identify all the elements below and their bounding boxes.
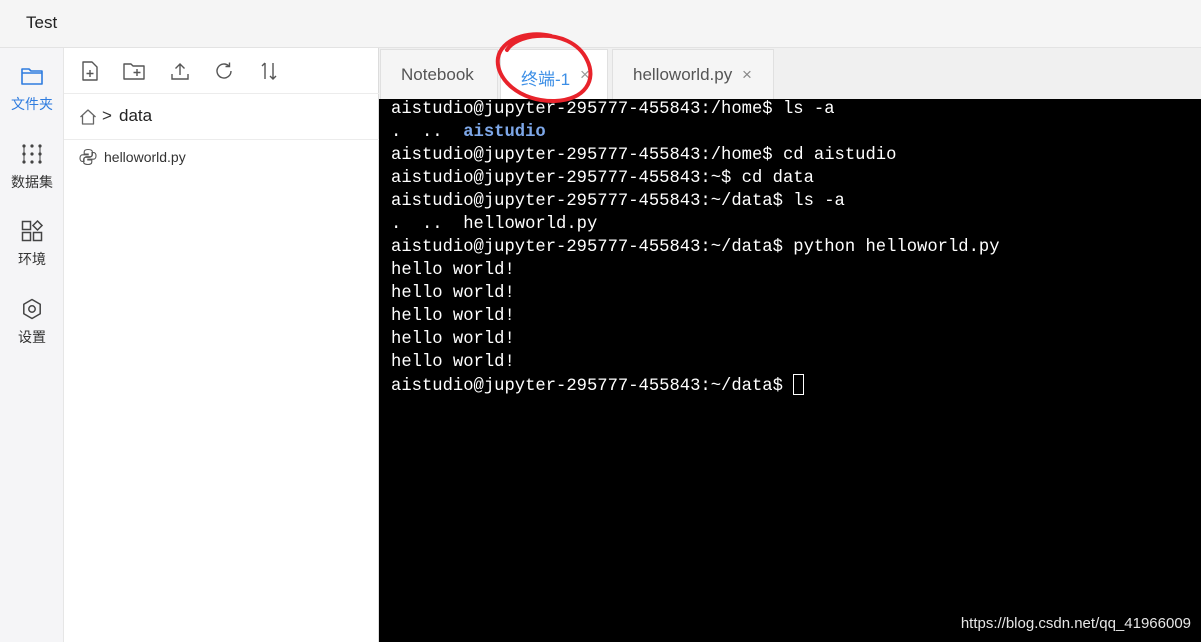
activity-item-dataset[interactable]: 数据集	[0, 142, 64, 212]
file-item[interactable]: helloworld.py	[64, 144, 379, 172]
terminal-line: hello world!	[391, 330, 515, 349]
activity-item-settings[interactable]: 设置	[0, 297, 64, 367]
activity-bar: 文件夹 数据集 环境 设置	[0, 48, 64, 642]
title-bar: Test	[0, 0, 1201, 48]
tab-label: 终端-1	[521, 70, 571, 89]
breadcrumb: > data	[64, 94, 379, 140]
folder-icon	[20, 64, 44, 88]
terminal-text: . ..	[391, 123, 464, 142]
terminal-line: hello world!	[391, 307, 515, 326]
terminal-line: aistudio@jupyter-295777-455843:~$ cd dat…	[391, 169, 814, 188]
breadcrumb-separator: >	[102, 106, 112, 125]
activity-label-settings: 设置	[18, 329, 46, 345]
new-file-icon[interactable]	[78, 59, 102, 83]
close-icon[interactable]: ×	[742, 65, 752, 85]
environment-icon	[20, 219, 44, 243]
app-window: Test 文件夹 数据集 环境 设置 > data helloworld.py …	[0, 0, 1201, 642]
new-folder-icon[interactable]	[122, 59, 146, 83]
terminal-line: aistudio@jupyter-295777-455843:~/data$ l…	[391, 192, 845, 211]
terminal-line: hello world!	[391, 353, 515, 372]
activity-label-folder: 文件夹	[11, 96, 53, 112]
breadcrumb-current[interactable]: data	[119, 106, 152, 126]
activity-item-folder[interactable]: 文件夹	[0, 64, 64, 134]
dataset-icon	[20, 142, 44, 166]
sort-icon[interactable]	[257, 59, 281, 83]
tab-label: Notebook	[401, 65, 474, 84]
terminal-directory: aistudio	[463, 123, 546, 142]
terminal-cursor	[793, 374, 805, 395]
terminal-line: . .. aistudio	[391, 121, 546, 144]
watermark: https://blog.csdn.net/qq_41966009	[960, 615, 1191, 632]
terminal[interactable]: aistudio@jupyter-295777-455843:/home$ ls…	[379, 99, 1201, 642]
settings-icon	[20, 297, 44, 321]
tab-terminal[interactable]: 终端-1 ×	[500, 49, 608, 99]
file-name: helloworld.py	[104, 149, 186, 165]
close-icon[interactable]: ×	[580, 65, 590, 85]
tab-label: helloworld.py	[633, 65, 733, 84]
upload-icon[interactable]	[168, 59, 192, 83]
activity-item-environment[interactable]: 环境	[0, 219, 64, 289]
tab-helloworld-py[interactable]: helloworld.py ×	[612, 49, 774, 99]
terminal-line: . .. helloworld.py	[391, 215, 598, 234]
terminal-line: hello world!	[391, 261, 515, 280]
terminal-line: aistudio@jupyter-295777-455843:/home$ cd…	[391, 146, 897, 165]
home-icon[interactable]	[78, 107, 98, 127]
project-title: Test	[26, 13, 58, 32]
python-icon	[78, 147, 98, 167]
terminal-line: aistudio@jupyter-295777-455843:/home$ ls…	[391, 100, 835, 119]
activity-label-environment: 环境	[18, 251, 46, 267]
tab-bar: Notebook 终端-1 × helloworld.py ×	[379, 48, 1201, 99]
terminal-line: aistudio@jupyter-295777-455843:~/data$ p…	[391, 238, 1000, 257]
file-toolbar	[64, 48, 379, 94]
file-browser: > data helloworld.py	[64, 48, 379, 642]
activity-label-dataset: 数据集	[11, 174, 53, 190]
terminal-prompt: aistudio@jupyter-295777-455843:~/data$	[391, 377, 794, 396]
terminal-prompt-line[interactable]: aistudio@jupyter-295777-455843:~/data$	[391, 374, 805, 397]
terminal-line: hello world!	[391, 284, 515, 303]
tab-notebook[interactable]: Notebook	[380, 49, 498, 99]
refresh-icon[interactable]	[212, 59, 236, 83]
